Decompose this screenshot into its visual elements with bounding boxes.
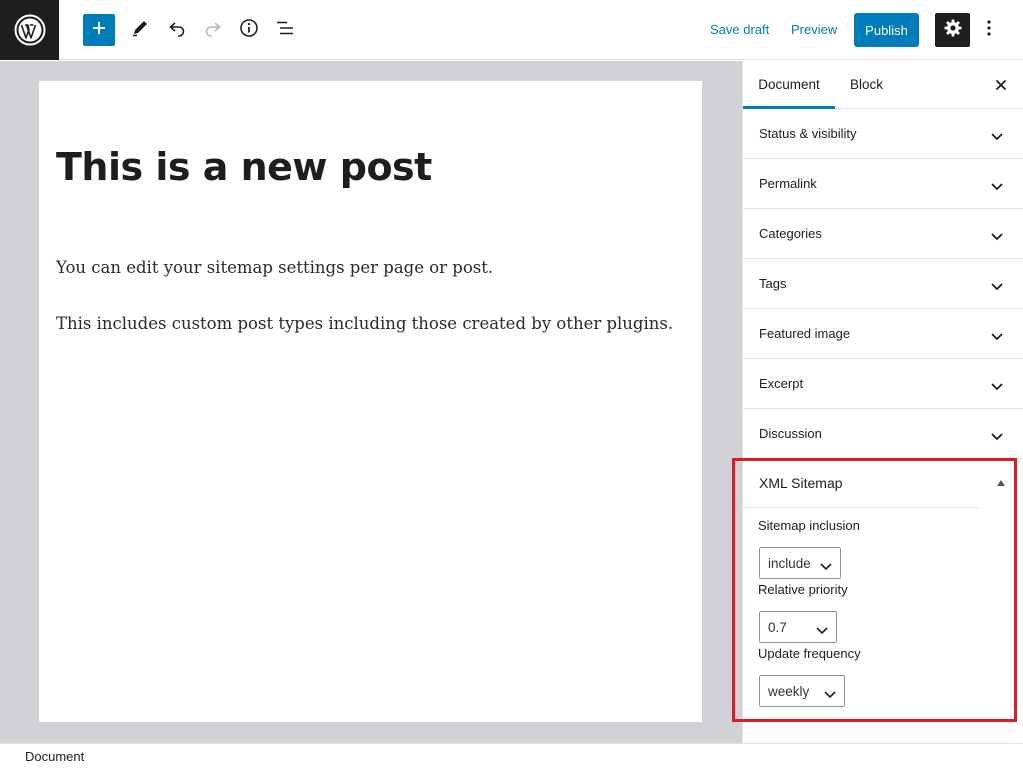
chevron-down-icon: [816, 623, 828, 638]
add-block-button[interactable]: [83, 14, 115, 46]
chevron-down-icon: [991, 228, 1003, 246]
update-frequency-label: Update frequency: [758, 646, 861, 661]
panel-label: Tags: [759, 276, 787, 291]
update-frequency-select[interactable]: weekly: [759, 675, 845, 707]
settings-sidebar: Document Block Status & visibility Perma…: [742, 61, 1023, 743]
breadcrumb[interactable]: Document: [25, 749, 84, 764]
tools-button[interactable]: [124, 14, 156, 46]
publish-button[interactable]: Publish: [854, 13, 919, 47]
block-navigation-button[interactable]: [269, 14, 301, 46]
chevron-down-icon: [991, 428, 1003, 446]
tab-block[interactable]: Block: [850, 61, 883, 109]
redo-button[interactable]: [197, 14, 229, 46]
editor-canvas: This is a new post You can edit your sit…: [0, 61, 742, 743]
wordpress-logo-icon[interactable]: [0, 0, 59, 60]
chevron-down-icon: [991, 178, 1003, 196]
paragraph-block[interactable]: This includes custom post types includin…: [56, 314, 673, 333]
preview-button[interactable]: Preview: [791, 22, 837, 37]
panel-label: Featured image: [759, 326, 851, 341]
select-value: weekly: [768, 684, 810, 699]
panel-label: Categories: [759, 226, 822, 241]
info-icon: [239, 18, 259, 43]
xml-sitemap-title: XML Sitemap: [759, 475, 843, 491]
top-toolbar: Save draft Preview Publish: [0, 0, 1023, 60]
sitemap-inclusion-label: Sitemap inclusion: [758, 518, 860, 533]
panel-tags[interactable]: Tags: [743, 259, 1023, 309]
relative-priority-select[interactable]: 0.7: [759, 611, 837, 643]
chevron-down-icon: [991, 278, 1003, 296]
pencil-icon: [130, 18, 150, 43]
paragraph-block[interactable]: You can edit your sitemap settings per p…: [56, 258, 493, 277]
plus-icon: [91, 20, 107, 41]
more-vertical-icon: [986, 19, 992, 42]
post-title[interactable]: This is a new post: [56, 145, 432, 189]
collapse-arrow-icon[interactable]: [997, 480, 1005, 486]
editor-app: Save draft Preview Publish This is a new…: [0, 0, 1023, 768]
panel-status-visibility[interactable]: Status & visibility: [743, 109, 1023, 159]
redo-icon: [203, 18, 223, 43]
sidebar-tabs: Document Block: [743, 61, 1023, 109]
chevron-down-icon: [991, 328, 1003, 346]
gear-icon: [944, 19, 962, 42]
chevron-down-icon: [824, 687, 836, 702]
panel-label: Permalink: [759, 176, 817, 191]
panel-featured-image[interactable]: Featured image: [743, 309, 1023, 359]
select-value: include: [768, 556, 811, 571]
save-draft-button[interactable]: Save draft: [710, 22, 769, 37]
footer-bar: Document: [0, 743, 1023, 768]
panel-permalink[interactable]: Permalink: [743, 159, 1023, 209]
chevron-down-icon: [820, 559, 832, 574]
chevron-down-icon: [991, 378, 1003, 396]
panel-label: Discussion: [759, 426, 822, 441]
post-content-area: This is a new post You can edit your sit…: [39, 81, 702, 722]
settings-button[interactable]: [935, 13, 970, 47]
sitemap-inclusion-select[interactable]: include: [759, 547, 841, 579]
tab-document[interactable]: Document: [743, 61, 835, 109]
panel-xml-sitemap[interactable]: XML Sitemap: [743, 459, 1023, 509]
undo-icon: [167, 18, 187, 43]
select-value: 0.7: [768, 620, 787, 635]
list-view-icon: [275, 18, 295, 43]
chevron-down-icon: [991, 128, 1003, 146]
relative-priority-label: Relative priority: [758, 582, 848, 597]
panel-discussion[interactable]: Discussion: [743, 409, 1023, 459]
details-button[interactable]: [233, 14, 265, 46]
panel-label: Status & visibility: [759, 126, 857, 141]
more-menu-button[interactable]: [978, 14, 1000, 46]
close-icon[interactable]: [993, 77, 1009, 93]
panel-categories[interactable]: Categories: [743, 209, 1023, 259]
panel-label: Excerpt: [759, 376, 804, 391]
xml-sitemap-body: Sitemap inclusion include Relative prior…: [743, 509, 1023, 719]
undo-button[interactable]: [161, 14, 193, 46]
panel-excerpt[interactable]: Excerpt: [743, 359, 1023, 409]
divider: [743, 507, 979, 508]
